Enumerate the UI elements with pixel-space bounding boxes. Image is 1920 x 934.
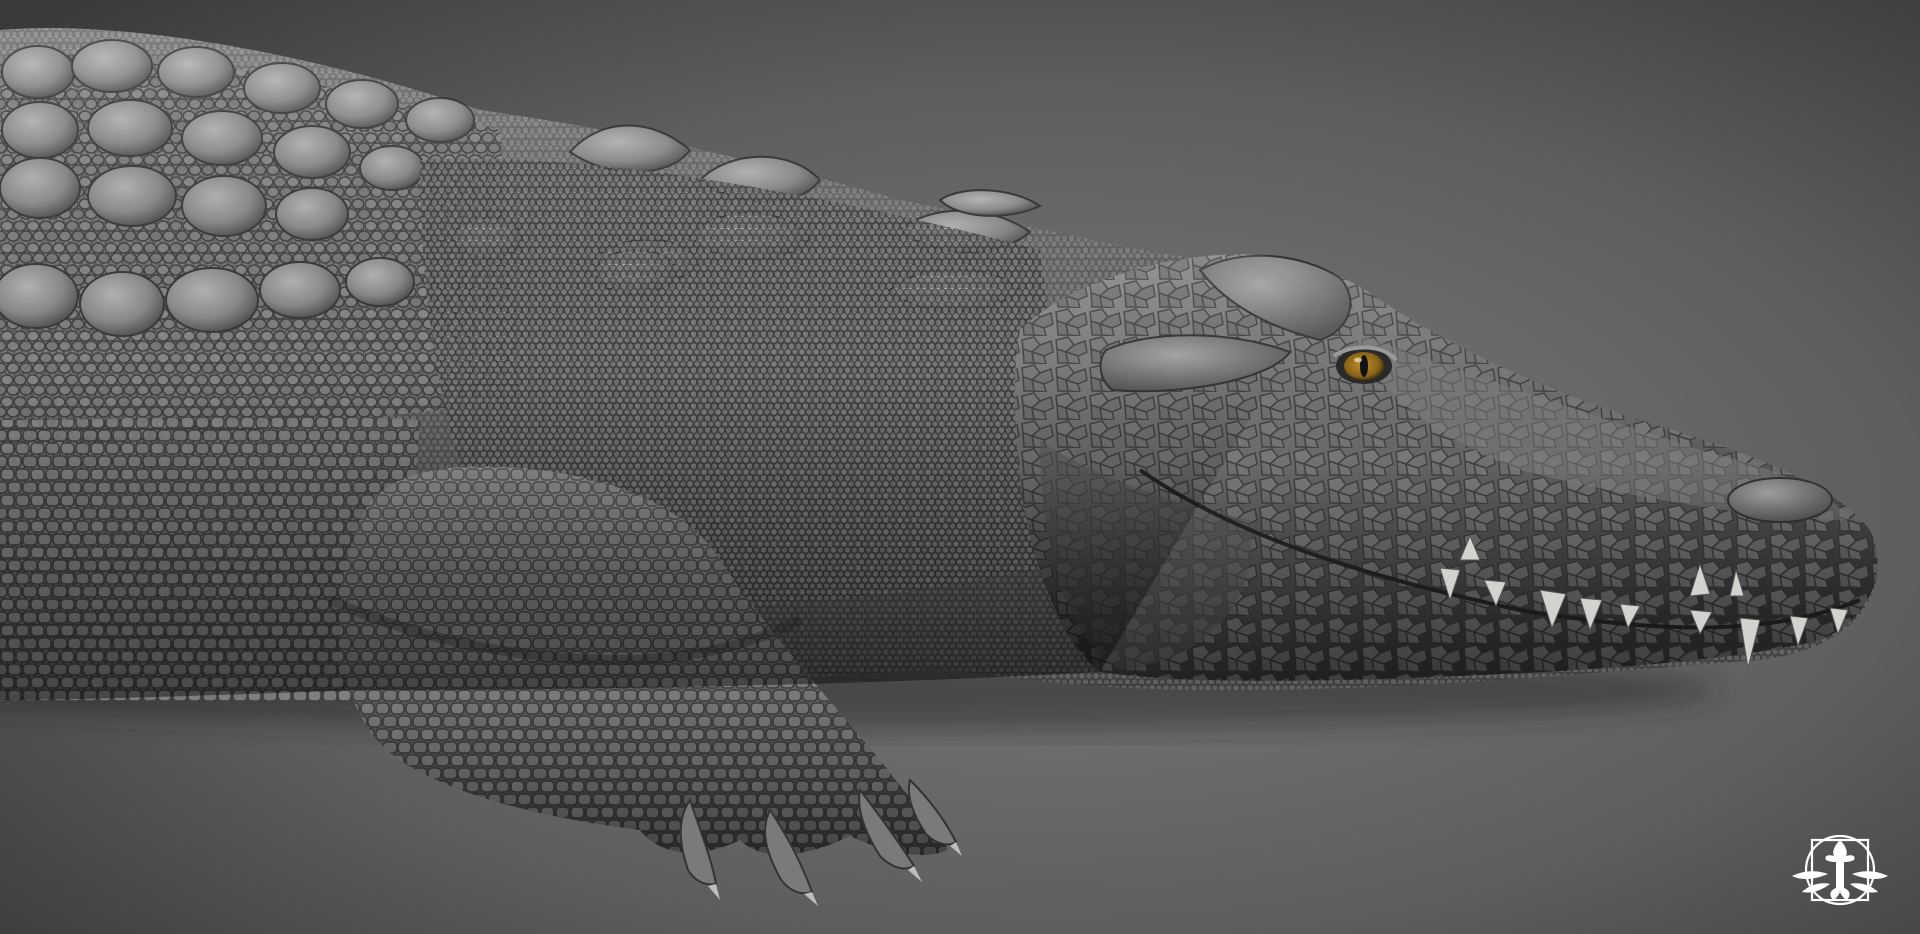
- crocodile-render: [0, 0, 1920, 934]
- logo: [1788, 826, 1892, 914]
- render-viewport: [0, 0, 1920, 934]
- beetle-emblem-icon: [1792, 834, 1888, 906]
